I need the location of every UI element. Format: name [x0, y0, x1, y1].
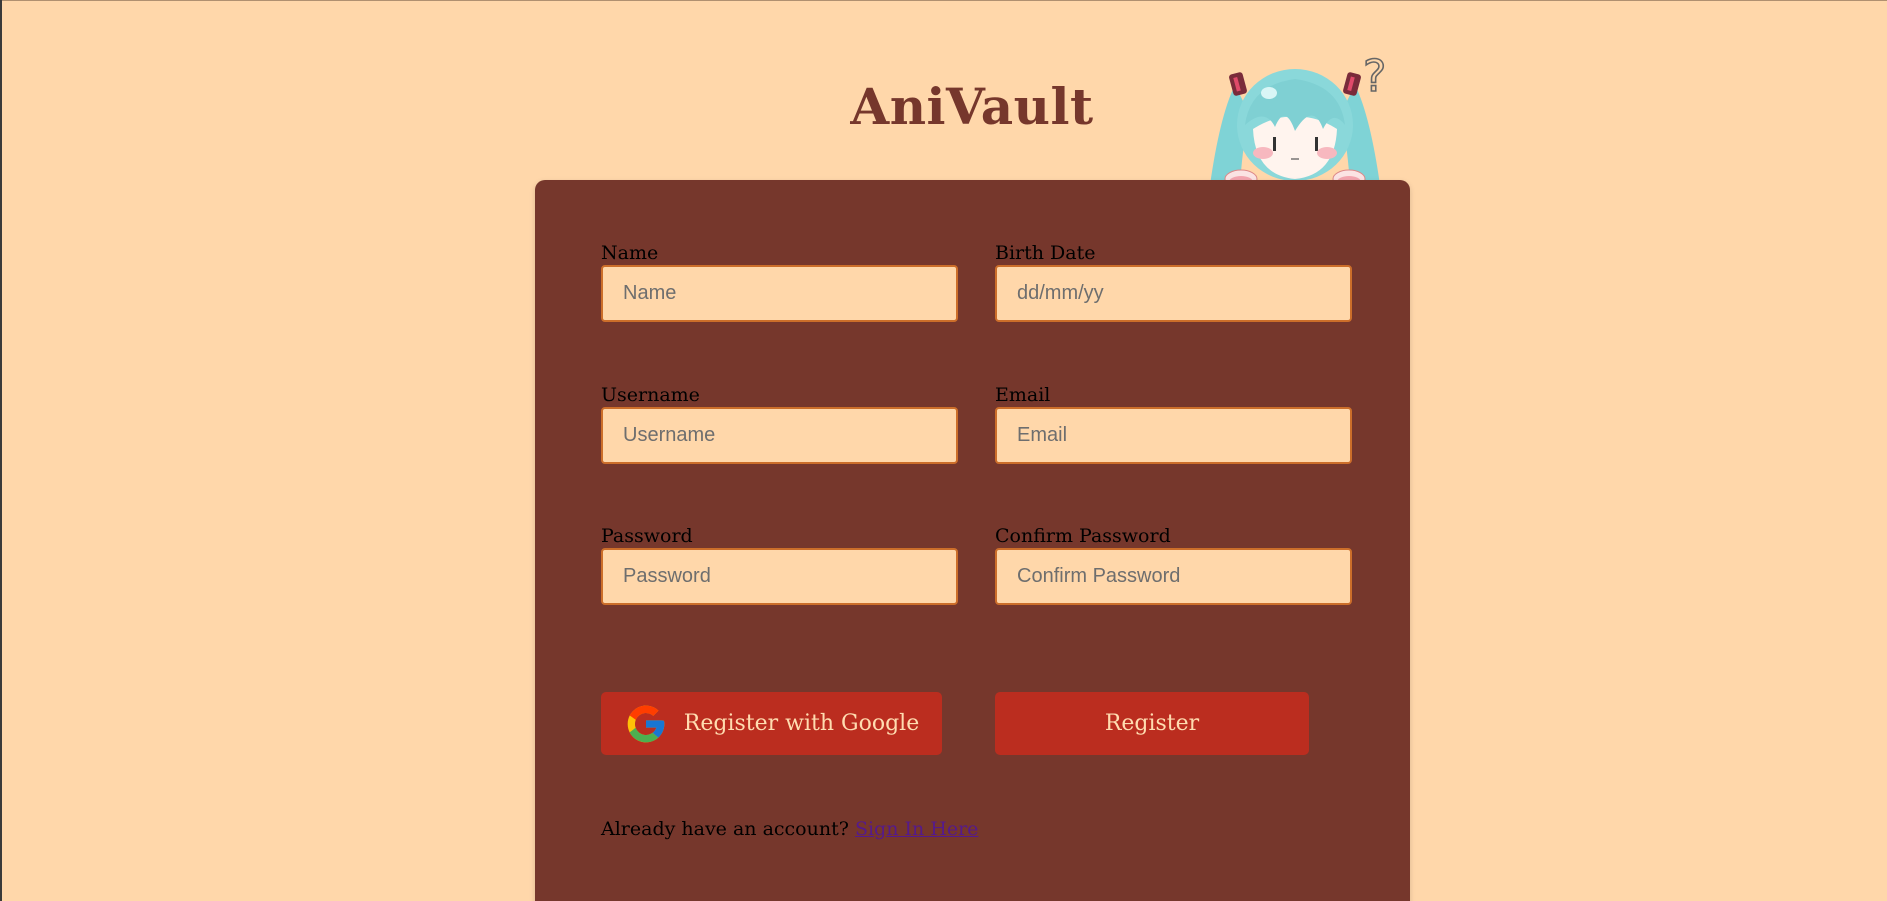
window-top-edge — [0, 0, 1887, 1]
google-icon — [627, 705, 665, 742]
birth-date-input[interactable] — [995, 265, 1352, 322]
register-with-google-button[interactable]: Register with Google — [601, 692, 942, 755]
register-label: Register — [1104, 711, 1200, 736]
mascot-question-mark: ? — [1363, 51, 1386, 102]
username-label: Username — [601, 384, 700, 406]
password-label: Password — [601, 525, 693, 547]
mascot-icon: ? — [1210, 50, 1387, 185]
name-label: Name — [601, 242, 659, 264]
signin-row: Already have an account? Sign In Here — [601, 818, 978, 840]
register-with-google-label: Register with Google — [683, 711, 920, 736]
confirm-password-label: Confirm Password — [995, 525, 1171, 547]
brand-title: AniVault — [850, 77, 1094, 136]
birth-date-label: Birth Date — [995, 242, 1096, 264]
password-input[interactable] — [601, 548, 958, 605]
register-form-card: Name Birth Date Username Email Password … — [535, 180, 1410, 901]
email-input[interactable] — [995, 407, 1352, 464]
register-button[interactable]: Register — [995, 692, 1309, 755]
email-label: Email — [995, 384, 1051, 406]
name-input[interactable] — [601, 265, 958, 322]
signin-prompt: Already have an account? — [601, 818, 849, 840]
username-input[interactable] — [601, 407, 958, 464]
window-left-edge — [0, 0, 2, 901]
sign-in-link[interactable]: Sign In Here — [855, 818, 978, 840]
confirm-password-input[interactable] — [995, 548, 1352, 605]
